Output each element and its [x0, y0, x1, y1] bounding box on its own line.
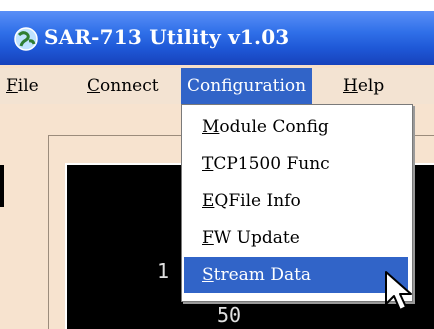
menuitem-module-config-label: odule Config	[219, 117, 329, 137]
menu-configuration[interactable]: Configuration	[181, 68, 313, 104]
configuration-dropdown: Module Config TCP1500 Func EQFile Info F…	[181, 104, 413, 302]
menuitem-module-config-mnemonic: M	[202, 117, 220, 137]
menu-bar: File Connect Configuration Help	[0, 68, 434, 104]
menu-help-label: elp	[357, 76, 385, 96]
menuitem-fw-update-label: W Update	[213, 228, 300, 248]
mouse-pointer-icon	[385, 271, 412, 311]
menu-help[interactable]: Help	[337, 68, 390, 104]
display-label-1: 1	[157, 259, 170, 283]
menuitem-fw-update[interactable]: FW Update	[184, 220, 408, 256]
menuitem-eqfile-info-mnemonic: E	[202, 191, 215, 211]
menu-configuration-label: Configuration	[187, 76, 307, 96]
menuitem-module-config[interactable]: Module Config	[184, 109, 408, 145]
menu-help-mnemonic: H	[343, 76, 358, 96]
menuitem-stream-data-mnemonic: S	[202, 265, 214, 285]
globe-app-icon	[14, 27, 38, 51]
menuitem-stream-data-label: tream Data	[213, 265, 312, 285]
window-title: SAR-713 Utility v1.03	[44, 25, 290, 49]
menuitem-fw-update-mnemonic: F	[202, 228, 214, 248]
menuitem-tcp1500-func-label: CP1500 Func	[213, 154, 330, 174]
menu-connect[interactable]: Connect	[81, 68, 165, 104]
menuitem-stream-data[interactable]: Stream Data	[184, 257, 408, 293]
app-window: SAR-713 Utility v1.03 File Connect Confi…	[0, 0, 434, 329]
menu-file-label: ile	[17, 76, 39, 96]
menuitem-eqfile-info[interactable]: EQFile Info	[184, 183, 408, 219]
left-edge-mark	[0, 165, 4, 207]
menuitem-tcp1500-func[interactable]: TCP1500 Func	[184, 146, 408, 182]
menu-file-mnemonic: F	[6, 76, 18, 96]
menuitem-tcp1500-func-mnemonic: T	[202, 154, 214, 174]
display-label-50: 50	[217, 303, 242, 327]
title-bar[interactable]: SAR-713 Utility v1.03	[0, 0, 434, 76]
menu-connect-mnemonic: C	[87, 76, 101, 96]
menu-file[interactable]: File	[0, 68, 45, 104]
menuitem-eqfile-info-label: QFile Info	[214, 191, 301, 211]
desktop-strip	[0, 0, 434, 11]
menu-connect-label: onnect	[100, 76, 159, 96]
